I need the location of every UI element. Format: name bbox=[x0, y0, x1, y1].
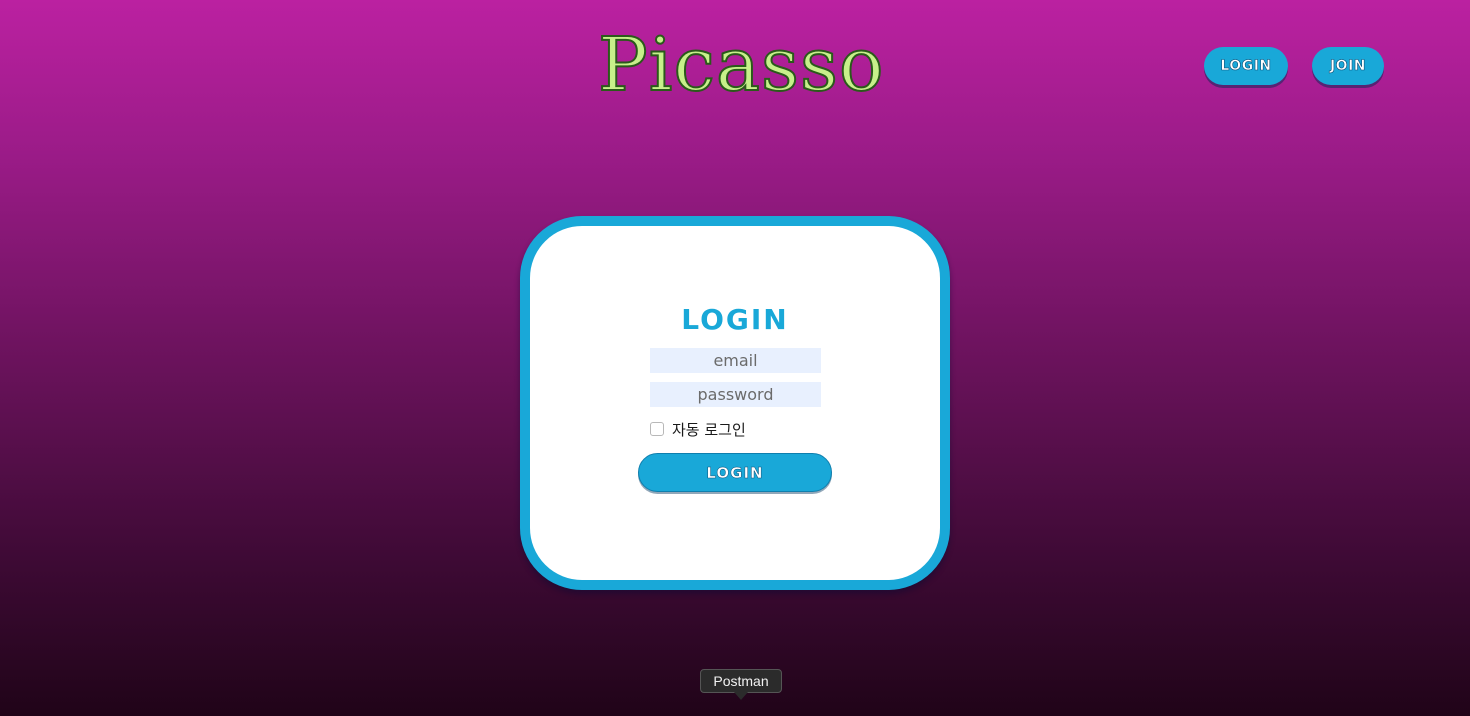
auto-login-label: 자동 로그인 bbox=[672, 420, 746, 439]
auto-login-option[interactable]: 자동 로그인 bbox=[650, 419, 746, 439]
login-submit-button[interactable]: LOGIN bbox=[638, 453, 832, 492]
nav-join-button[interactable]: JOIN bbox=[1312, 47, 1384, 85]
password-input[interactable] bbox=[650, 382, 821, 407]
login-title: LOGIN bbox=[681, 303, 789, 336]
auto-login-checkbox[interactable] bbox=[650, 422, 664, 436]
tooltip-arrow bbox=[734, 692, 748, 700]
email-input[interactable] bbox=[650, 348, 821, 373]
nav-login-button[interactable]: LOGIN bbox=[1204, 47, 1288, 85]
brand-logo[interactable]: Picasso bbox=[597, 20, 885, 110]
dock-tooltip: Postman bbox=[700, 669, 782, 693]
